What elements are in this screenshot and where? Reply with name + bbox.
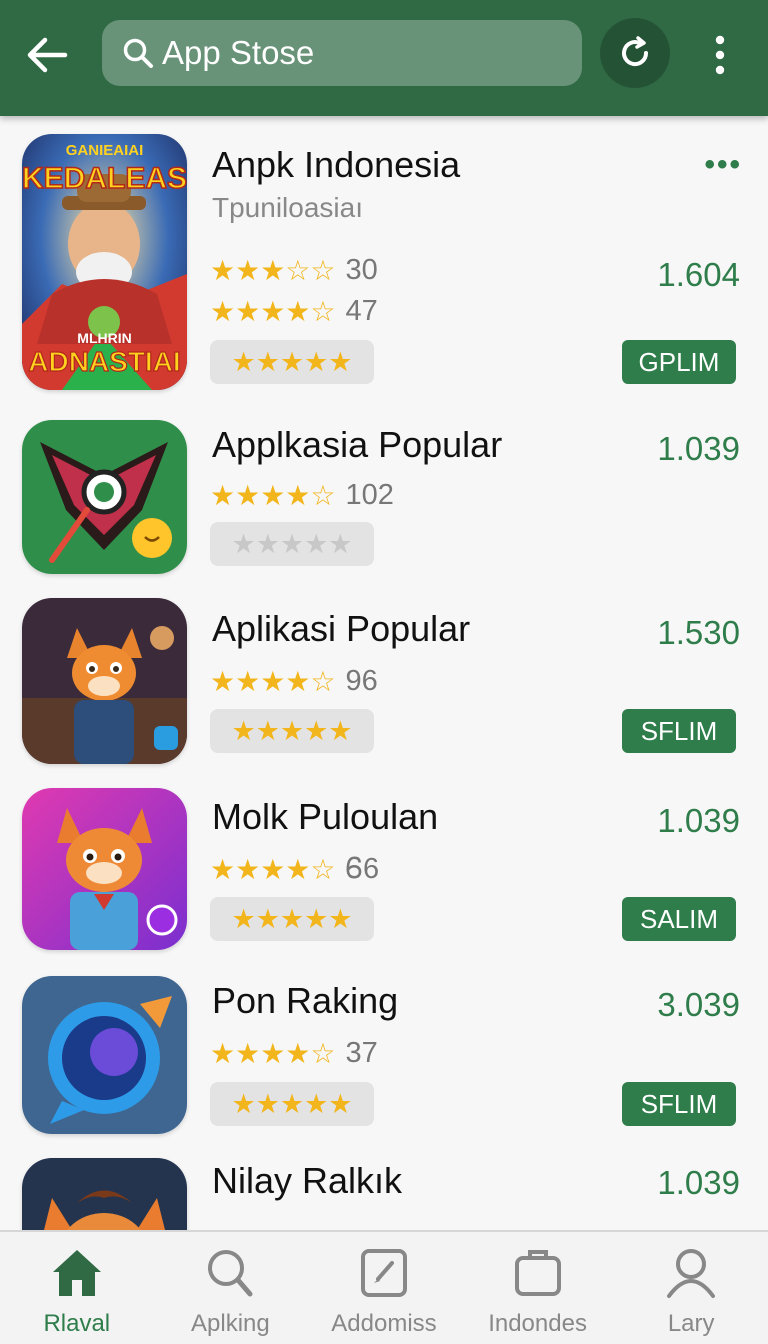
refresh-icon (622, 36, 649, 67)
rating-stars: ★★★★☆ (210, 853, 336, 885)
app-icon-kedaleas: GANIEAIAI KEDALEAS MLHRIN ADNASTIAI (22, 134, 187, 390)
person-icon (667, 1249, 716, 1298)
app-action-button[interactable]: SFLIM (622, 709, 736, 753)
app-title: Applkasia Popular (212, 424, 503, 465)
nav-label: Addomiss (331, 1310, 437, 1337)
top-app-bar (0, 0, 768, 116)
app-list-item[interactable]: Molk Puloulan ★★★★☆ Ꮾ6 ★★★★★ 1.039 SALIM (0, 770, 768, 954)
app-score: 3.039 (657, 986, 740, 1023)
rating-count: 47 (345, 294, 378, 327)
rating-row: ★★★★☆ Ꮾ6 (210, 852, 379, 886)
home-icon (52, 1250, 101, 1296)
app-icon-cat (22, 788, 187, 950)
star-rating-box: ★★★★★ (210, 1082, 374, 1126)
nav-item-indondes[interactable]: Indondes (461, 1232, 615, 1344)
search-input[interactable] (162, 34, 562, 72)
nav-label: Lary (667, 1310, 715, 1337)
star-rating-box: ★★★★★ (210, 709, 374, 753)
star-rating-box: ★★★★★ (210, 340, 374, 384)
briefcase-icon (514, 1250, 561, 1296)
app-action-button[interactable]: SFLIM (622, 1082, 736, 1126)
rating-count: 96 (345, 664, 378, 697)
app-icon-cat-dark (22, 1158, 187, 1230)
icon-text-small: MLHRIN (77, 330, 132, 346)
edit-icon (360, 1249, 407, 1297)
refresh-button[interactable] (600, 18, 670, 88)
nav-label: Aplking (191, 1310, 270, 1337)
app-list-item[interactable]: Pon Raking ★★★★☆ 37 ★★★★★ 3.039 SFLIM (0, 954, 768, 1140)
app-list-item[interactable]: Nilay Ralkık 1.039 (0, 1140, 768, 1230)
app-action-button[interactable]: SALIM (622, 897, 736, 941)
app-score: 1.604 (657, 256, 740, 293)
rating-stars: ★★★★☆ (210, 665, 336, 697)
rating-row: ★★★★☆ 96 (210, 664, 378, 698)
app-title: Aplikasi Popular (212, 608, 471, 649)
app-title: Nilay Ralkık (212, 1160, 403, 1201)
rating-stars: ★★★★☆ (210, 479, 336, 511)
search-icon (208, 1250, 253, 1297)
rating-count: 102 (345, 478, 394, 511)
nav-label: Rlaval (43, 1310, 111, 1337)
app-list-item[interactable]: GANIEAIAI KEDALEAS MLHRIN ADNASTIAI Anpk… (0, 116, 768, 398)
nav-label: Indondes (488, 1310, 587, 1337)
rating-row: ★★★☆☆ 30 (210, 253, 378, 287)
icon-text-title: KEDALEAS (22, 161, 187, 196)
app-list[interactable]: GANIEAIAI KEDALEAS MLHRIN ADNASTIAI Anpk… (0, 116, 768, 1230)
star-rating-box: ★★★★★ (210, 897, 374, 941)
rating-row: ★★★★☆ 102 (210, 478, 394, 512)
rating-stars: ★★★☆☆ (210, 254, 336, 286)
back-button[interactable] (20, 28, 74, 82)
overflow-menu-button[interactable] (700, 30, 740, 80)
app-title: Molk Puloulan (212, 796, 439, 837)
search-icon (123, 38, 153, 68)
nav-item-rlaval[interactable]: Rlaval (0, 1232, 154, 1344)
app-title: Anpk Indonesia (212, 144, 461, 185)
more-options-button[interactable]: ••• (704, 148, 742, 182)
rating-stars: ★★★★☆ (210, 1037, 336, 1069)
app-subtitle: Tpuniloasiaı (212, 192, 363, 223)
app-icon-browser-bubble (22, 976, 187, 1134)
app-score: 1.039 (657, 802, 740, 839)
nav-item-lary[interactable]: Lary (614, 1232, 768, 1344)
app-score: 1.039 (657, 1164, 740, 1201)
app-title: Pon Raking (212, 980, 399, 1021)
icon-text-bottom: ADNASTIAI (28, 345, 182, 377)
app-score: 1.530 (657, 614, 740, 651)
more-vert-icon (715, 35, 725, 75)
app-icon-fox-cafe (22, 598, 187, 764)
rating-count: 30 (345, 253, 378, 286)
app-icon-shield (22, 420, 187, 574)
app-list-item[interactable]: Applkasia Popular ★★★★☆ 102 ★★★★★ 1.039 (0, 398, 768, 582)
app-list-item[interactable]: Aplikasi Popular ★★★★☆ 96 ★★★★★ 1.530 SF… (0, 582, 768, 770)
app-action-button[interactable]: GPLIM (622, 340, 736, 384)
back-arrow-icon (27, 37, 68, 73)
nav-item-aplking[interactable]: Aplking (154, 1232, 308, 1344)
rating-count: Ꮾ6 (345, 852, 380, 885)
bottom-navigation: Rlaval Aplking Addomiss Indondes Lary (0, 1230, 768, 1344)
icon-text-top: GANIEAIAI (65, 142, 144, 159)
search-bar[interactable] (102, 20, 582, 86)
star-rating-box: ★★★★★ (210, 522, 374, 566)
rating-count: 37 (345, 1036, 378, 1069)
rating-row: ★★★★☆ 47 (210, 294, 378, 328)
rating-stars: ★★★★☆ (210, 295, 336, 327)
app-score: 1.039 (657, 430, 740, 467)
nav-item-addomiss[interactable]: Addomiss (307, 1232, 461, 1344)
rating-row: ★★★★☆ 37 (210, 1036, 378, 1070)
